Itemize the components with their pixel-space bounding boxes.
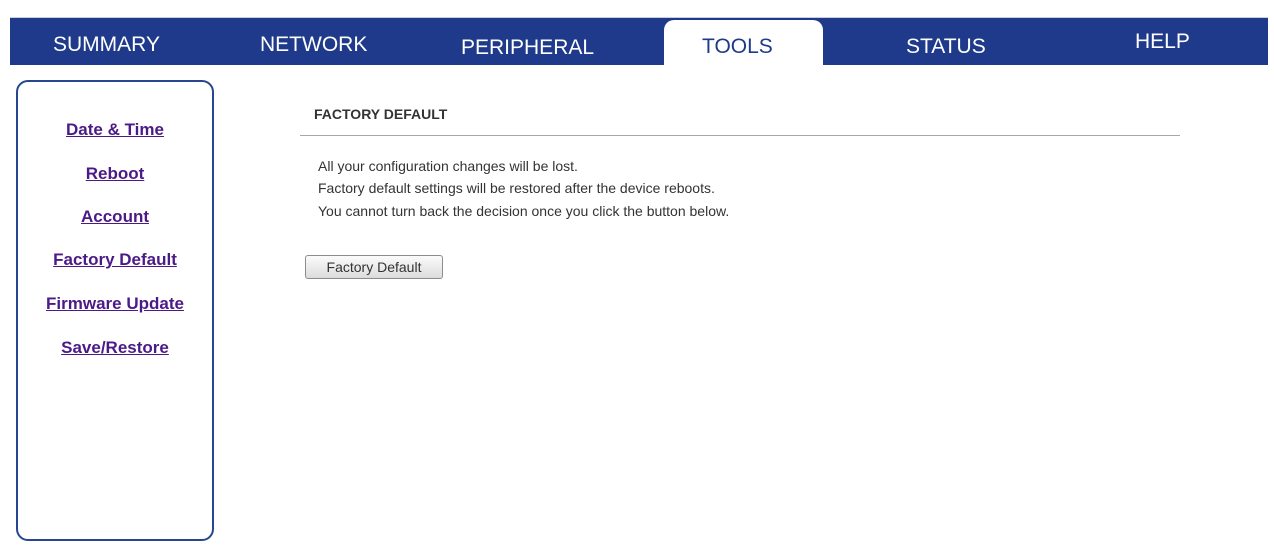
- tab-summary-label: SUMMARY: [53, 33, 160, 56]
- sidebar-item-reboot[interactable]: Reboot: [18, 164, 212, 184]
- sidebar-item-date-time[interactable]: Date & Time: [18, 120, 212, 140]
- tab-tools-label: TOOLS: [702, 35, 773, 58]
- warning-message-3: You cannot turn back the decision once y…: [318, 203, 730, 219]
- tab-help[interactable]: HELP: [1110, 18, 1230, 66]
- warning-message-1: All your configuration changes will be l…: [318, 158, 578, 174]
- sidebar-item-account[interactable]: Account: [18, 207, 212, 227]
- sidebar-item-factory-default[interactable]: Factory Default: [18, 250, 212, 270]
- tab-status-label: STATUS: [906, 35, 986, 58]
- tab-network[interactable]: NETWORK: [235, 18, 410, 66]
- page-title: FACTORY DEFAULT: [314, 106, 448, 122]
- title-divider: [300, 135, 1180, 136]
- tools-sidebar: Date & Time Reboot Account Factory Defau…: [16, 80, 214, 541]
- top-navigation-bar: SUMMARY NETWORK PERIPHERAL TOOLS STATUS …: [10, 17, 1268, 66]
- tab-tools[interactable]: TOOLS: [664, 20, 823, 66]
- tab-network-label: NETWORK: [260, 33, 368, 56]
- tab-peripheral-label: PERIPHERAL: [461, 36, 595, 59]
- tab-status[interactable]: STATUS: [880, 18, 1040, 66]
- factory-default-button[interactable]: Factory Default: [305, 255, 443, 279]
- sidebar-item-firmware-update[interactable]: Firmware Update: [18, 294, 212, 314]
- tab-peripheral[interactable]: PERIPHERAL: [440, 18, 640, 66]
- tab-summary[interactable]: SUMMARY: [10, 18, 210, 66]
- sidebar-item-save-restore[interactable]: Save/Restore: [18, 338, 212, 358]
- warning-message-2: Factory default settings will be restore…: [318, 180, 715, 196]
- tab-help-label: HELP: [1135, 30, 1190, 53]
